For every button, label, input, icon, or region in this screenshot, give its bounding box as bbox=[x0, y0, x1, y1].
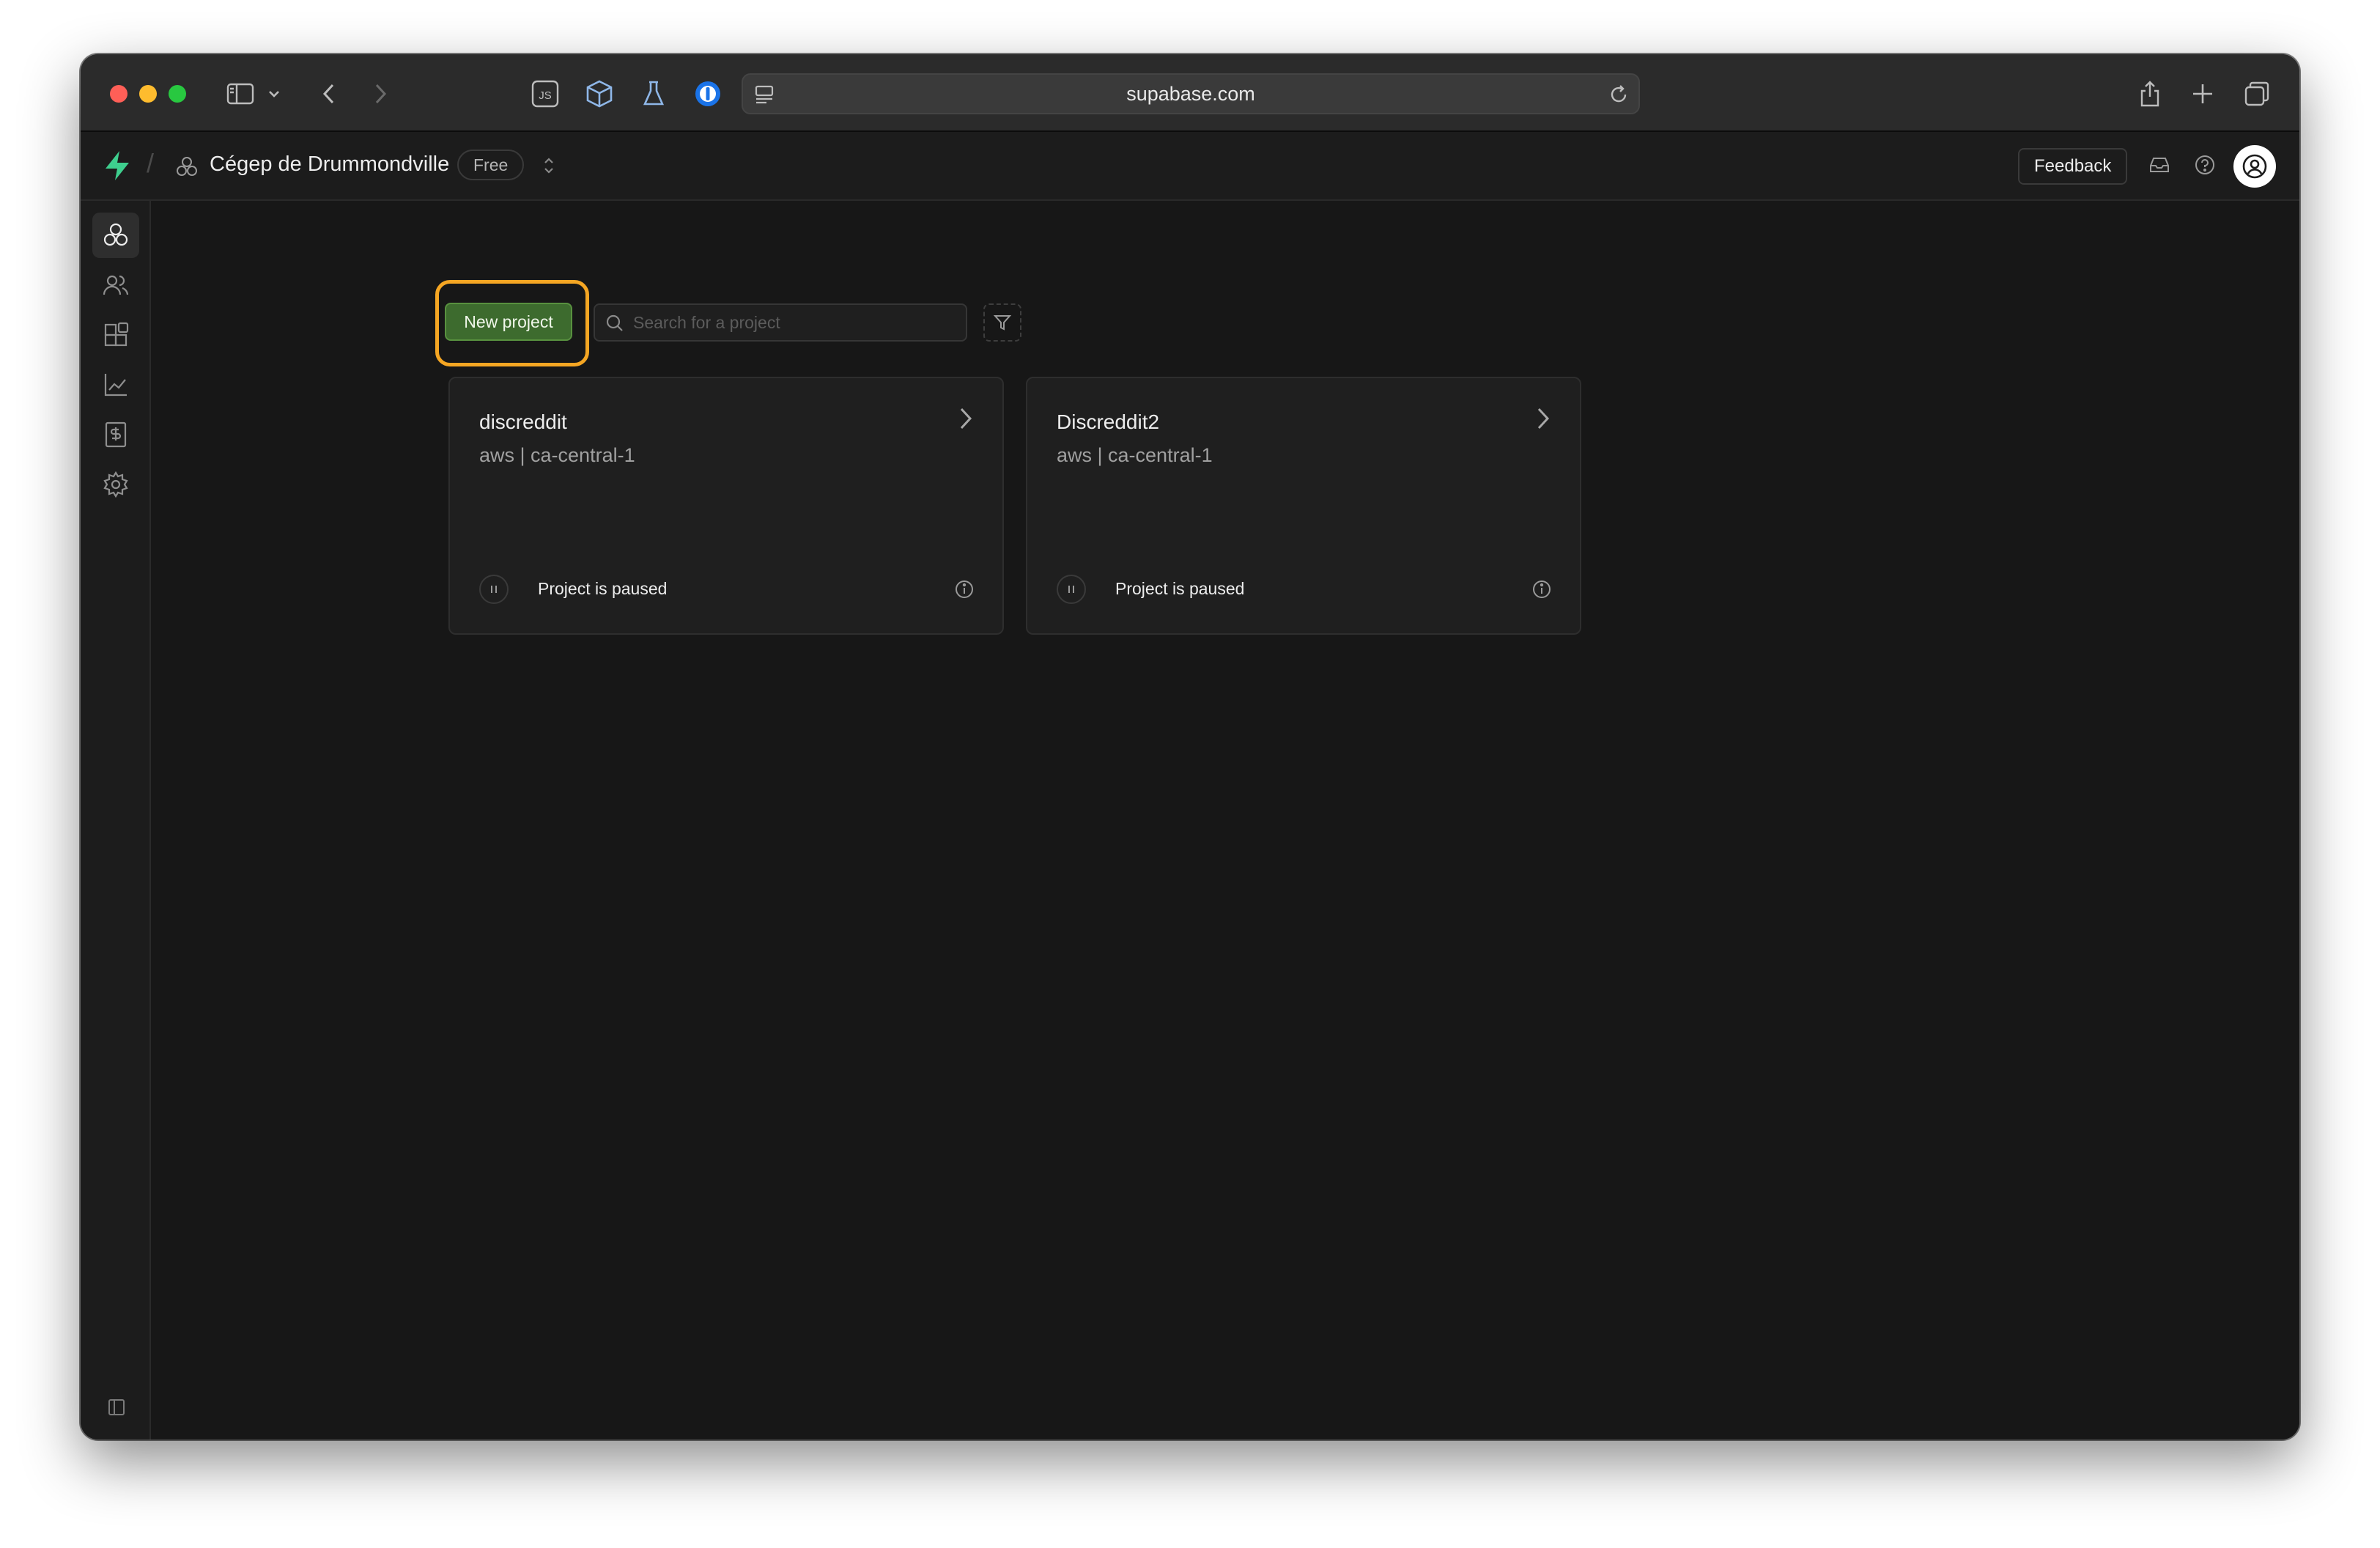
new-project-highlight: New project bbox=[435, 280, 589, 366]
search-input[interactable] bbox=[633, 305, 956, 340]
paused-icon bbox=[479, 575, 509, 604]
sidebar-item-integrations[interactable] bbox=[92, 312, 139, 358]
browser-window: JS supabase.com / Cégep de Drummondville… bbox=[81, 54, 2299, 1440]
project-card[interactable]: discreddit aws | ca-central-1 Project is… bbox=[448, 377, 1004, 635]
back-icon[interactable] bbox=[314, 76, 343, 111]
close-window-button[interactable] bbox=[110, 85, 128, 103]
browser-toolbar: JS supabase.com bbox=[81, 54, 2299, 132]
user-avatar[interactable] bbox=[2233, 145, 2276, 188]
chevron-right-icon bbox=[1536, 406, 1551, 435]
reload-icon[interactable] bbox=[1608, 84, 1630, 109]
main-content: New project discreddit aws | ca-central-… bbox=[151, 201, 2299, 1440]
sidebar-item-billing[interactable] bbox=[92, 412, 139, 457]
app-header: / Cégep de Drummondville Free Feedback bbox=[81, 132, 2299, 201]
chevron-down-icon[interactable] bbox=[265, 76, 283, 111]
cube-extension-icon[interactable] bbox=[583, 76, 616, 111]
address-bar[interactable]: supabase.com bbox=[742, 73, 1640, 114]
usage-icon bbox=[104, 374, 127, 397]
password-manager-icon[interactable] bbox=[692, 76, 724, 111]
inbox-icon[interactable] bbox=[2148, 154, 2170, 180]
integrations-icon bbox=[104, 322, 129, 347]
tab-overview-icon[interactable] bbox=[2241, 76, 2273, 111]
share-icon[interactable] bbox=[2134, 76, 2166, 111]
svg-text:JS: JS bbox=[539, 89, 552, 102]
sidebar-item-projects[interactable] bbox=[92, 213, 139, 258]
info-icon[interactable] bbox=[954, 579, 975, 603]
url-text: supabase.com bbox=[1126, 83, 1255, 105]
project-status: Project is paused bbox=[538, 579, 668, 598]
plan-badge: Free bbox=[457, 150, 525, 180]
project-region: aws | ca-central-1 bbox=[1057, 444, 1213, 466]
breadcrumb-separator: / bbox=[147, 148, 155, 178]
organization-icon bbox=[176, 155, 198, 181]
zoom-window-button[interactable] bbox=[169, 85, 186, 103]
search-icon bbox=[605, 314, 624, 336]
billing-icon bbox=[105, 421, 127, 448]
filter-button[interactable] bbox=[983, 303, 1021, 342]
sidebar-toggle-icon[interactable] bbox=[223, 76, 258, 111]
help-icon[interactable] bbox=[2194, 154, 2216, 180]
team-icon bbox=[103, 275, 129, 295]
project-name: discreddit bbox=[479, 410, 567, 433]
flask-extension-icon[interactable] bbox=[638, 76, 670, 111]
chevron-right-icon bbox=[958, 406, 973, 435]
organization-name[interactable]: Cégep de Drummondville bbox=[210, 152, 449, 177]
project-search[interactable] bbox=[594, 303, 967, 342]
new-tab-icon[interactable] bbox=[2187, 76, 2219, 111]
org-switcher-icon[interactable] bbox=[542, 155, 555, 180]
sidebar bbox=[81, 201, 151, 1440]
info-icon[interactable] bbox=[1531, 579, 1552, 603]
project-card[interactable]: Discreddit2 aws | ca-central-1 Project i… bbox=[1026, 377, 1581, 635]
js-extension-icon[interactable]: JS bbox=[529, 76, 561, 111]
sidebar-item-settings[interactable] bbox=[92, 462, 139, 507]
settings-icon bbox=[103, 471, 128, 498]
forward-icon[interactable] bbox=[366, 76, 396, 111]
project-region: aws | ca-central-1 bbox=[479, 444, 635, 466]
project-status: Project is paused bbox=[1115, 579, 1245, 598]
projects-icon bbox=[103, 223, 128, 246]
filter-icon bbox=[993, 315, 1012, 331]
project-name: Discreddit2 bbox=[1057, 410, 1160, 433]
minimize-window-button[interactable] bbox=[139, 85, 157, 103]
sidebar-item-usage[interactable] bbox=[92, 362, 139, 408]
supabase-logo-icon[interactable] bbox=[103, 150, 132, 185]
new-project-button[interactable]: New project bbox=[445, 303, 572, 341]
collapse-sidebar-icon[interactable] bbox=[107, 1398, 126, 1420]
feedback-button[interactable]: Feedback bbox=[2018, 148, 2128, 185]
paused-icon bbox=[1057, 575, 1086, 604]
sidebar-item-team[interactable] bbox=[92, 262, 139, 308]
